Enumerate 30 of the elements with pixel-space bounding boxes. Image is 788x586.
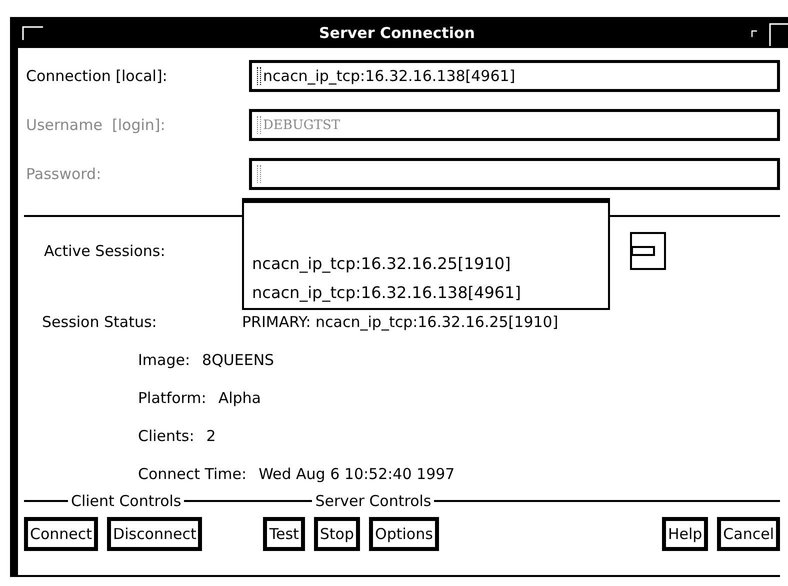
detail-value: 2 — [206, 427, 216, 445]
active-sessions-label: Active Sessions: — [43, 242, 166, 260]
detail-value: Alpha — [218, 389, 261, 407]
dialog-button[interactable]: Help — [662, 517, 708, 551]
dialog-button[interactable]: Connect — [24, 517, 98, 551]
menu-item[interactable]: ncacn_ip_tcp:16.32.16.25[1910] — [252, 254, 608, 273]
menu-item[interactable]: ncacn_ip_tcp:16.32.16.138[4961] — [252, 283, 608, 302]
input-field[interactable]: ncacn_ip_tcp:16.32.16.138[4961] — [249, 60, 780, 92]
field-label: Connection [local]: — [25, 67, 168, 85]
detail-label: Image: — [138, 351, 190, 369]
input-field[interactable] — [249, 158, 780, 190]
detail-value: Wed Aug 6 10:52:40 1997 — [258, 465, 455, 483]
field-label: Password: — [25, 165, 102, 183]
detail-label: Clients: — [138, 427, 194, 445]
window-menu-icon[interactable] — [22, 24, 44, 40]
session-status-label: Session Status: — [41, 313, 158, 331]
dialog-button[interactable]: Disconnect — [107, 517, 202, 551]
detail-label: Platform: — [138, 389, 206, 407]
detail-label: Connect Time: — [138, 465, 247, 483]
field-label: Username [login]: — [25, 116, 166, 134]
option-menu-button[interactable] — [630, 232, 666, 270]
window-title: Server Connection — [318, 24, 476, 42]
session-status-value: PRIMARY: ncacn_ip_tcp:16.32.16.25[1910] — [242, 313, 558, 331]
dialog-button[interactable]: Cancel — [717, 517, 780, 551]
detail-value: 8QUEENS — [202, 351, 274, 369]
option-indicator-icon — [631, 246, 655, 256]
dialog-button[interactable]: Test — [263, 517, 305, 551]
dialog-button[interactable]: Stop — [314, 517, 360, 551]
dialog-button[interactable]: Options — [369, 517, 439, 551]
minimize-icon[interactable] — [750, 28, 760, 38]
